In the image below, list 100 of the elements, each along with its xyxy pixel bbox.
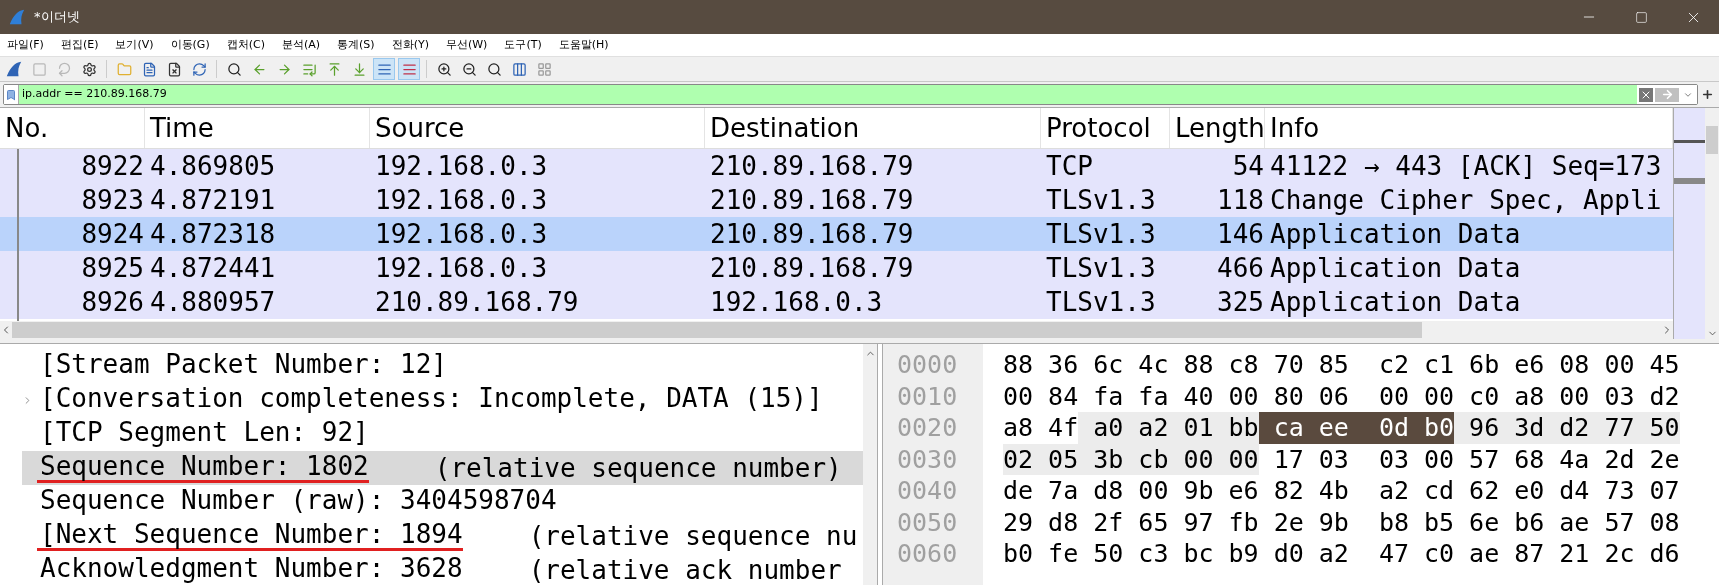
field-text: [Conversation completeness: Incomplete, DATA (15)] — [39, 385, 823, 415]
offset-label: 0020 — [897, 412, 958, 444]
tree-row[interactable]: Sequence Number (raw): 3404598704 — [22, 485, 863, 519]
menu-item[interactable]: 도구(T) — [504, 36, 542, 54]
bookmark-icon[interactable] — [4, 85, 19, 104]
byte-group[interactable]: 96 3d d2 77 50 — [1454, 412, 1680, 444]
table-cell: 4.869805 — [150, 150, 276, 181]
table-cell: 192.168.0.3 — [375, 150, 548, 181]
table-cell: 210.89.168.79 — [375, 286, 579, 317]
table-cell: TLSv1.3 — [1046, 184, 1156, 215]
table-cell: Application Data — [1270, 252, 1521, 283]
offset-label: 0050 — [897, 506, 958, 539]
table-cell: 210.89.168.79 — [710, 184, 914, 215]
display-filter-field[interactable]: ip.addr == 210.89.168.79 — [3, 84, 1698, 105]
column-header[interactable]: Source — [370, 108, 705, 148]
table-cell: TLSv1.3 — [1046, 218, 1156, 249]
menu-item[interactable]: 무선(W) — [445, 36, 488, 54]
table-cell: 8922 — [81, 150, 144, 181]
byte-group[interactable]: 29 d8 2f 65 97 fb 2e 9b b8 b5 6e b6 ae 57 08 — [1003, 506, 1680, 538]
table-cell: 210.89.168.79 — [710, 252, 914, 283]
vertical-scrollbar[interactable] — [1705, 108, 1719, 339]
column-header[interactable]: Length — [1170, 108, 1265, 148]
table-cell: 4.872441 — [150, 252, 276, 283]
menu-item[interactable]: 캡처(C) — [226, 36, 265, 54]
table-cell: 192.168.0.3 — [375, 252, 548, 283]
vertical-scrollbar[interactable] — [863, 344, 877, 585]
tree-row[interactable]: [Stream Packet Number: 12] — [22, 349, 863, 383]
packet-row[interactable]: 8926 4.880957 210.89.168.79 192.168.0.3 TLSv1.3 325 Application Data — [0, 285, 1673, 319]
field-text: Sequence Number (raw): 3404598704 — [39, 487, 557, 517]
table-cell: 210.89.168.79 — [710, 218, 914, 249]
table-cell: 8923 — [81, 184, 144, 215]
table-cell: Change Cipher Spec, Appli — [1270, 184, 1662, 215]
menu-item[interactable]: 도움말(H) — [558, 36, 609, 54]
table-cell: 325 — [1217, 286, 1264, 317]
table-cell: 41122 → 443 [ACK] Seq=173 — [1270, 150, 1662, 181]
table-cell: 8924 — [81, 218, 144, 249]
offset-label: 0060 — [897, 538, 958, 570]
field-text: Sequence Number: 1802 — [37, 453, 369, 483]
packet-minimap[interactable] — [1673, 108, 1705, 339]
app-icon — [8, 8, 26, 26]
field-note: (relative sequence nu — [528, 519, 858, 553]
byte-group[interactable]: a8 4f — [1003, 412, 1079, 444]
table-cell: 8925 — [81, 252, 144, 283]
field-text: [Stream Packet Number: 12] — [39, 351, 447, 381]
table-cell: 4.872318 — [150, 218, 276, 249]
field-text: [TCP Segment Len: 92] — [39, 419, 369, 449]
scrollbar-thumb[interactable] — [1706, 126, 1718, 154]
field-note: (relative ack number — [528, 553, 842, 585]
menu-item[interactable]: 분석(A) — [281, 36, 321, 54]
table-cell: 118 — [1217, 184, 1264, 215]
table-cell: 192.168.0.3 — [375, 218, 548, 249]
column-header[interactable]: Time — [145, 108, 370, 148]
table-cell: TCP — [1046, 150, 1093, 181]
field-text: [Next Sequence Number: 1894 — [37, 521, 463, 551]
table-cell: TLSv1.3 — [1046, 286, 1156, 317]
tree-row[interactable]: Sequence Number: 1802 (relative sequence number) — [22, 451, 863, 485]
tree-row[interactable]: Acknowledgment Number: 3628 (relative ack number — [22, 553, 863, 585]
window-title: *이더넷 — [34, 8, 80, 27]
menu-item[interactable]: 편집(E) — [60, 36, 99, 54]
column-header[interactable]: No. — [0, 108, 145, 148]
tree-row[interactable]: [TCP Segment Len: 92] — [22, 417, 863, 451]
table-cell: 210.89.168.79 — [710, 150, 914, 181]
menu-item[interactable]: 보기(V) — [115, 36, 154, 54]
field-text: Acknowledgment Number: 3628 — [39, 555, 463, 585]
byte-group[interactable]: de 7a d8 00 9b e6 82 4b a2 cd 62 e0 d4 73 07 — [1003, 475, 1680, 507]
byte-group[interactable]: b0 fe 50 c3 bc b9 d0 a2 47 c0 ae 87 21 2c d6 — [1003, 538, 1680, 570]
horizontal-scrollbar[interactable] — [0, 321, 1673, 339]
offset-label: 0000 — [897, 349, 958, 381]
column-header[interactable]: Destination — [705, 108, 1041, 148]
byte-group[interactable]: a0 a2 01 bb — [1078, 412, 1259, 444]
menu-item[interactable]: 전화(Y) — [391, 36, 429, 54]
table-cell: Application Data — [1270, 286, 1521, 317]
table-cell: 4.880957 — [150, 286, 276, 317]
packet-row[interactable]: 8923 4.872191 192.168.0.3 210.89.168.79 TLSv1.3 118 Change Cipher Spec, Appli — [0, 183, 1673, 217]
packet-row[interactable]: 8925 4.872441 192.168.0.3 210.89.168.79 TLSv1.3 466 Application Data — [0, 251, 1673, 285]
column-header[interactable]: Protocol — [1041, 108, 1170, 148]
tree-row[interactable]: [Conversation completeness: Incomplete, DATA (15)] — [22, 383, 863, 417]
menu-item[interactable]: 파일(F) — [7, 36, 44, 54]
byte-group[interactable]: 02 05 3b cb 00 00 — [1003, 443, 1259, 475]
tree-row[interactable]: [Next Sequence Number: 1894 (relative sequence nu — [22, 519, 863, 553]
packet-row[interactable]: 8922 4.869805 192.168.0.3 210.89.168.79 TCP 54 41122 → 443 [ACK] Seq=173 — [0, 149, 1673, 183]
offset-label: 0030 — [897, 443, 958, 476]
byte-group[interactable]: 17 03 03 00 57 68 4a 2d 2e — [1258, 443, 1680, 475]
byte-group[interactable]: 00 84 fa fa 40 00 80 06 00 00 c0 a8 00 03 d2 — [1003, 380, 1680, 412]
autoscroll-icon[interactable] — [373, 58, 395, 80]
table-cell: TLSv1.3 — [1046, 252, 1156, 283]
table-cell: 192.168.0.3 — [710, 286, 883, 317]
scrollbar-thumb[interactable] — [12, 322, 1422, 338]
byte-group[interactable]: 88 36 6c 4c 88 c8 70 85 c2 c1 6b e6 08 00 45 — [1003, 349, 1680, 381]
menu-item[interactable]: 이동(G) — [170, 36, 210, 54]
table-cell: 192.168.0.3 — [375, 184, 548, 215]
offset-label: 0040 — [897, 475, 958, 507]
maximize-icon[interactable] — [1634, 10, 1648, 24]
field-note: (relative sequence number) — [434, 451, 842, 485]
colorize-icon[interactable] — [398, 58, 420, 80]
packet-row[interactable]: 8924 4.872318 192.168.0.3 210.89.168.79 TLSv1.3 146 Application Data — [0, 217, 1673, 251]
byte-group[interactable]: ca ee 0d b0 — [1258, 412, 1455, 444]
clear-icon[interactable] — [1639, 87, 1653, 102]
menu-item[interactable]: 통계(S) — [337, 36, 375, 54]
table-cell: 466 — [1217, 252, 1264, 283]
